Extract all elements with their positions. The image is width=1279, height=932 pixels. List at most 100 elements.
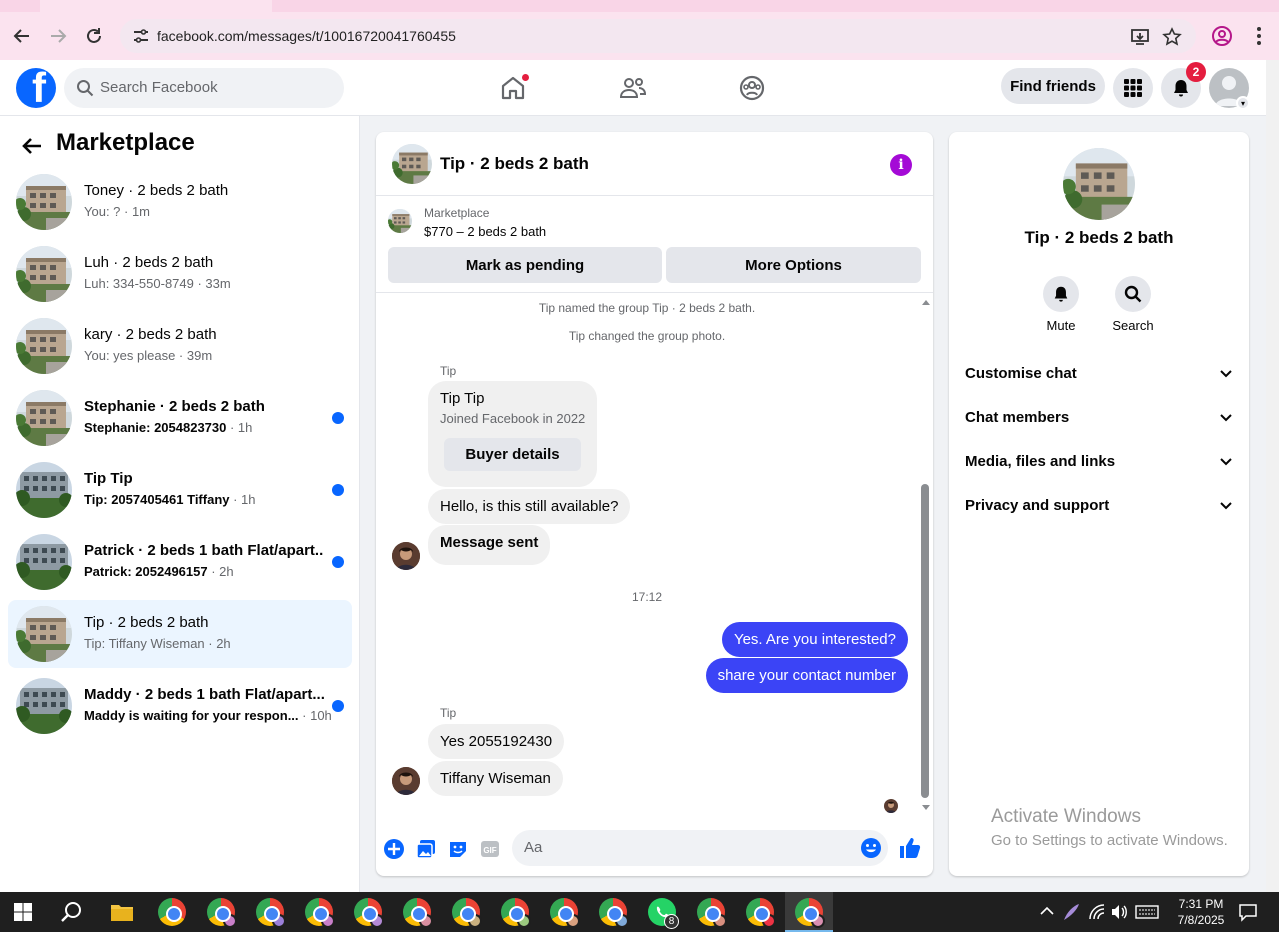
search-action[interactable]: Search	[1098, 276, 1168, 333]
mark-as-pending-button[interactable]: Mark as pending	[388, 247, 662, 283]
site-info-icon[interactable]	[132, 27, 150, 45]
chrome-profile-window-icon[interactable]	[795, 898, 825, 928]
incoming-message[interactable]: Message sent	[428, 525, 551, 565]
chrome-profile-window-icon[interactable]	[256, 898, 286, 928]
incoming-message[interactable]: Yes 2055192430	[428, 724, 565, 759]
chevron-down-icon[interactable]: ▾	[1236, 96, 1250, 110]
chrome-profile-window-icon[interactable]	[452, 898, 482, 928]
chat-title[interactable]: Tip · 2 beds 2 bath	[440, 154, 589, 174]
menu-grid-button[interactable]	[1113, 68, 1153, 108]
listing-price[interactable]: $770 – 2 beds 2 bath	[424, 224, 546, 239]
profile-badge-icon	[615, 914, 629, 928]
conversation-item[interactable]: Tip · 2 beds 2 bath Tip: Tiffany Wiseman …	[8, 600, 352, 668]
search-icon	[1124, 285, 1142, 303]
chrome-profile-window-icon[interactable]	[550, 898, 580, 928]
emoji-icon[interactable]	[860, 837, 882, 859]
info-panel-row[interactable]: Customise chat	[965, 351, 1233, 395]
back-arrow-icon[interactable]	[20, 134, 44, 158]
active-tab[interactable]	[40, 0, 272, 12]
file-explorer-icon[interactable]	[110, 901, 134, 923]
facebook-logo[interactable]: f	[16, 68, 56, 108]
scroll-down-icon[interactable]	[921, 804, 931, 812]
network-icon[interactable]	[1088, 903, 1106, 921]
info-panel-row[interactable]: Chat members	[965, 395, 1233, 439]
sender-avatar[interactable]	[392, 542, 420, 570]
conversation-item[interactable]: Maddy · 2 beds 1 bath Flat/apart... Maddy…	[8, 672, 352, 740]
bookmark-star-icon[interactable]	[1162, 27, 1182, 47]
conversation-preview: Tip: 2057405461 Tiffany · 1h	[84, 492, 256, 507]
back-icon[interactable]	[10, 24, 34, 48]
chat-thumbnail[interactable]	[392, 144, 432, 184]
address-bar[interactable]: facebook.com/messages/t/1001672004176045…	[120, 19, 1196, 53]
conversation-item[interactable]: Tip Tip Tip: 2057405461 Tiffany · 1h	[8, 456, 352, 524]
system-tray-chevron-icon[interactable]	[1040, 906, 1054, 916]
chrome-menu-icon[interactable]	[1248, 25, 1270, 47]
search-label: Search	[1112, 318, 1154, 333]
chrome-profile-window-icon[interactable]	[158, 898, 186, 926]
windows-start-icon[interactable]	[14, 903, 32, 921]
scroll-up-icon[interactable]	[921, 298, 931, 306]
chrome-profile-window-icon[interactable]	[207, 898, 237, 928]
sender-avatar[interactable]	[392, 767, 420, 795]
conversation-item[interactable]: Stephanie · 2 beds 2 bath Stephanie: 2054…	[8, 384, 352, 452]
conversation-item[interactable]: Luh · 2 beds 2 bath Luh: 334-550-8749 · 3…	[8, 240, 352, 308]
keyboard-icon[interactable]	[1135, 905, 1159, 919]
conversation-photo[interactable]	[1063, 148, 1135, 220]
mute-action[interactable]: Mute	[1026, 276, 1096, 333]
page-scrollbar[interactable]	[1266, 60, 1279, 892]
chrome-profile-window-icon[interactable]	[599, 898, 629, 928]
more-options-button[interactable]: More Options	[666, 247, 921, 283]
marketplace-sidebar: Marketplace Toney · 2 beds 2 bath You: ? …	[0, 116, 360, 892]
listing-thumbnail[interactable]	[388, 209, 412, 233]
plus-circle-icon[interactable]	[383, 838, 405, 860]
notification-badge: 2	[1186, 62, 1206, 82]
conversation-thumbnail	[16, 462, 72, 518]
chrome-profile-window-icon[interactable]	[354, 898, 384, 928]
facebook-search-input[interactable]: Search Facebook	[64, 68, 344, 108]
taskbar-clock[interactable]: 7:31 PM 7/8/2025	[1170, 896, 1232, 928]
incoming-message[interactable]: Tiffany Wiseman	[428, 761, 563, 796]
groups-icon[interactable]	[738, 74, 766, 102]
taskbar-search-icon[interactable]	[60, 901, 82, 923]
chrome-profile-window-icon[interactable]	[305, 898, 335, 928]
notification-center-icon[interactable]	[1238, 902, 1258, 922]
pen-tray-icon[interactable]	[1061, 902, 1081, 922]
conversation-preview: Patrick: 2052496157 · 2h	[84, 564, 234, 579]
install-app-icon[interactable]	[1130, 27, 1150, 47]
chrome-profile-window-icon[interactable]	[403, 898, 433, 928]
conversation-item[interactable]: Toney · 2 beds 2 bath You: ? · 1m	[8, 168, 352, 236]
like-thumb-icon[interactable]	[898, 836, 922, 860]
chat-scrollbar[interactable]	[918, 294, 933, 814]
chrome-profile-window-icon[interactable]	[746, 898, 776, 928]
whatsapp-badge: 8	[664, 914, 679, 929]
sticker-icon[interactable]	[447, 838, 469, 860]
gif-icon[interactable]: GIF	[479, 838, 501, 860]
info-icon[interactable]: i	[890, 154, 912, 176]
find-friends-button[interactable]: Find friends	[1001, 68, 1105, 104]
info-panel-row[interactable]: Privacy and support	[965, 483, 1233, 527]
conversation-preview: Maddy is waiting for your respon... · 10…	[84, 708, 332, 723]
url-text[interactable]: facebook.com/messages/t/1001672004176045…	[157, 28, 456, 44]
message-composer: GIF Aa	[376, 824, 933, 876]
info-panel-row[interactable]: Media, files and links	[965, 439, 1233, 483]
address-row: facebook.com/messages/t/1001672004176045…	[0, 12, 1279, 60]
incoming-message[interactable]: Hello, is this still available?	[428, 489, 631, 524]
outgoing-message[interactable]: share your contact number	[705, 658, 908, 693]
buyer-details-button[interactable]: Buyer details	[444, 438, 581, 471]
whatsapp-icon[interactable]: 8	[648, 898, 679, 929]
friends-icon[interactable]	[619, 74, 647, 102]
outgoing-message[interactable]: Yes. Are you interested?	[721, 622, 908, 657]
chrome-profile-window-icon[interactable]	[697, 898, 727, 928]
conversation-item[interactable]: Patrick · 2 beds 1 bath Flat/apart... Pat…	[8, 528, 352, 596]
message-input[interactable]: Aa	[512, 830, 888, 866]
forward-icon[interactable]	[46, 24, 70, 48]
conversation-item[interactable]: kary · 2 beds 2 bath You: yes please · 39…	[8, 312, 352, 380]
chrome-profile-icon[interactable]	[1211, 25, 1233, 47]
reload-icon[interactable]	[82, 24, 106, 48]
volume-icon[interactable]	[1110, 903, 1128, 921]
info-row-label: Chat members	[965, 408, 1070, 426]
scrollbar-thumb[interactable]	[921, 484, 929, 798]
chrome-profile-window-icon[interactable]	[501, 898, 531, 928]
photo-icon[interactable]	[415, 838, 437, 860]
clock-date: 7/8/2025	[1177, 913, 1225, 927]
